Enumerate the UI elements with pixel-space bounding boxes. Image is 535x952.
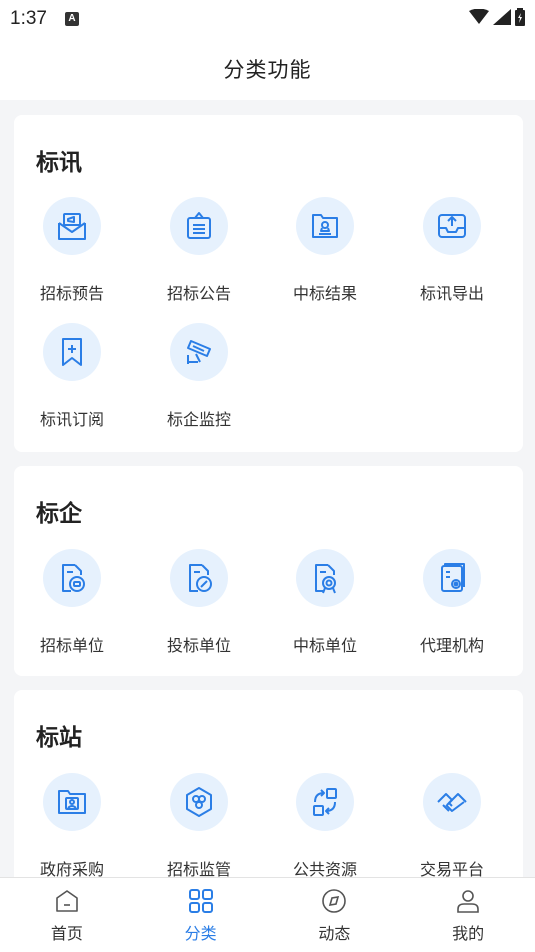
item-label: 标讯导出 bbox=[419, 284, 484, 303]
section-title: 标站 bbox=[36, 725, 82, 751]
item-label: 投标单位 bbox=[166, 636, 231, 655]
battery-icon bbox=[515, 8, 525, 30]
notification-a-icon: A bbox=[64, 12, 79, 26]
wifi-icon bbox=[469, 8, 489, 29]
item-label: 招标预告 bbox=[39, 284, 104, 303]
doc-agent-icon bbox=[423, 549, 481, 607]
tab-home[interactable]: 首页 bbox=[0, 878, 134, 952]
item-gonggong-ziyuan[interactable]: 公共资源 bbox=[270, 773, 380, 880]
item-daili-jigou[interactable]: 代理机构 bbox=[397, 549, 507, 656]
hexagon-cluster-icon bbox=[170, 773, 228, 831]
item-toubiao-danwei[interactable]: 投标单位 bbox=[144, 549, 254, 656]
item-label: 招标单位 bbox=[39, 636, 104, 655]
signal-icon bbox=[493, 9, 511, 29]
item-label: 中标单位 bbox=[292, 636, 357, 655]
folder-person-icon bbox=[43, 773, 101, 831]
section-title: 标企 bbox=[36, 501, 82, 527]
page-title: 分类功能 bbox=[223, 58, 312, 82]
tab-label: 首页 bbox=[50, 924, 83, 943]
user-icon bbox=[455, 888, 481, 918]
item-zhaobiao-gonggao[interactable]: 招标公告 bbox=[144, 197, 254, 304]
title-bar: 分类功能 bbox=[0, 38, 535, 100]
item-biaoxun-daochu[interactable]: 标讯导出 bbox=[397, 197, 507, 304]
doc-pen-icon bbox=[170, 549, 228, 607]
camera-monitor-icon bbox=[170, 323, 228, 381]
tab-label: 分类 bbox=[184, 924, 217, 943]
status-bar: 1:37 A bbox=[0, 0, 535, 38]
item-zhengfu-caigou[interactable]: 政府采购 bbox=[17, 773, 127, 880]
item-zhaobiao-jianguan[interactable]: 招标监管 bbox=[144, 773, 254, 880]
grid-icon bbox=[188, 888, 214, 918]
section-card-biaozhan: 标站 政府采购 招标监管 公共资源 交易平台 bbox=[14, 690, 523, 890]
item-zhaobiao-danwei[interactable]: 招标单位 bbox=[17, 549, 127, 656]
item-label: 中标结果 bbox=[292, 284, 357, 303]
item-label: 招标公告 bbox=[166, 284, 231, 303]
item-label: 标企监控 bbox=[166, 410, 231, 429]
tab-label: 我的 bbox=[452, 924, 485, 943]
item-biaoxun-dingyue[interactable]: 标讯订阅 bbox=[17, 323, 127, 430]
item-label: 标讯订阅 bbox=[39, 410, 104, 429]
doc-award-icon bbox=[296, 549, 354, 607]
item-jiaoyi-pingtai[interactable]: 交易平台 bbox=[397, 773, 507, 880]
item-label: 代理机构 bbox=[419, 636, 484, 655]
item-zhaobiao-yugao[interactable]: 招标预告 bbox=[17, 197, 127, 304]
bottom-tab-bar: 首页 分类 动态 我的 bbox=[0, 877, 535, 952]
section-title: 标讯 bbox=[36, 150, 82, 176]
tab-mine[interactable]: 我的 bbox=[401, 878, 535, 952]
doc-chat-icon bbox=[43, 549, 101, 607]
item-zhongbiao-jieguo[interactable]: 中标结果 bbox=[270, 197, 380, 304]
compass-icon bbox=[321, 888, 347, 918]
bookmark-plus-icon bbox=[43, 323, 101, 381]
handshake-icon bbox=[423, 773, 481, 831]
section-card-biaoxun: 标讯 招标预告 招标公告 中标结果 标讯导出 标讯订阅 标企监控 bbox=[14, 115, 523, 452]
tab-label: 动态 bbox=[318, 924, 351, 943]
home-icon bbox=[54, 888, 80, 918]
announcement-board-icon bbox=[170, 197, 228, 255]
item-zhongbiao-danwei[interactable]: 中标单位 bbox=[270, 549, 380, 656]
folder-seal-icon bbox=[296, 197, 354, 255]
tab-category[interactable]: 分类 bbox=[134, 878, 268, 952]
tab-dynamic[interactable]: 动态 bbox=[268, 878, 402, 952]
section-card-biaoqi: 标企 招标单位 投标单位 中标单位 代理机构 bbox=[14, 466, 523, 676]
item-biaoqi-jiankong[interactable]: 标企监控 bbox=[144, 323, 254, 430]
exchange-arrows-icon bbox=[296, 773, 354, 831]
export-tray-icon bbox=[423, 197, 481, 255]
envelope-notice-icon bbox=[43, 197, 101, 255]
status-time: 1:37 bbox=[10, 8, 47, 29]
